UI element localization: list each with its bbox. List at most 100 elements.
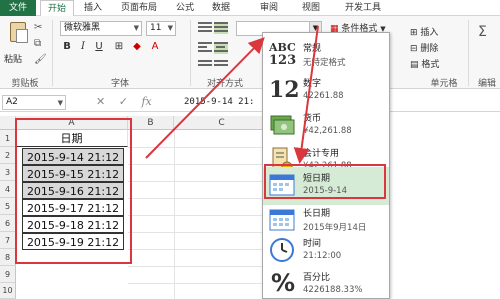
- abc-123-icon: ABC 123: [269, 41, 297, 68]
- row-header[interactable]: 4: [0, 181, 16, 198]
- paper-icon: [16, 29, 28, 43]
- percent-icon: %: [271, 269, 296, 297]
- group-divider: [190, 20, 191, 86]
- format-name: 会计专用: [303, 149, 340, 159]
- row-header[interactable]: 10: [0, 283, 16, 299]
- tab-formulas[interactable]: 公式: [170, 0, 200, 16]
- format-name: 百分比: [303, 273, 331, 283]
- name-box[interactable]: A2 ▼: [2, 95, 66, 110]
- insert-cells-button[interactable]: ⊞ 插入: [410, 25, 438, 38]
- tab-file[interactable]: 文件: [0, 0, 36, 16]
- worksheet-grid[interactable]: A B C 1 2 3 4 5 6 7 8 9 10 日期 2015-9-14 …: [0, 116, 271, 299]
- underline-button[interactable]: U: [92, 40, 106, 54]
- format-option-currency[interactable]: 货币 ¥42,261.88: [263, 107, 389, 145]
- format-example: ¥42,261.88: [303, 126, 352, 136]
- gridline: [128, 181, 270, 182]
- tab-view[interactable]: 视图: [296, 0, 326, 16]
- format-name: 时间: [303, 239, 322, 249]
- clock-icon: [267, 235, 297, 265]
- formula-actions: ✕ ✓ fx: [96, 95, 152, 108]
- paste-button[interactable]: [4, 20, 32, 50]
- format-cells-icon: ▤: [410, 60, 419, 70]
- chevron-down-icon: ▼: [133, 24, 139, 32]
- ribbon-tabs: 文件 开始 插入 页面布局 公式 数据 审阅 视图 开发工具: [0, 0, 500, 17]
- cut-icon[interactable]: ✂: [34, 22, 42, 34]
- align-top-icon[interactable]: [198, 22, 212, 34]
- row-header[interactable]: 8: [0, 249, 16, 266]
- insert-cells-label: 插入: [420, 28, 439, 38]
- fx-icon[interactable]: fx: [141, 95, 151, 108]
- row-header[interactable]: 5: [0, 198, 16, 215]
- format-example: 4226188.33%: [303, 285, 363, 295]
- row-header[interactable]: 6: [0, 215, 16, 232]
- edit-group-label: 编辑: [477, 79, 496, 89]
- row-header[interactable]: 1: [0, 130, 16, 147]
- align-middle-icon[interactable]: [214, 22, 228, 34]
- cells-group-label: 单元格: [430, 79, 458, 89]
- currency-icon: [267, 110, 297, 140]
- border-icon[interactable]: ⊞: [112, 40, 126, 54]
- annotation-box: [264, 164, 386, 199]
- gridline: [128, 249, 270, 250]
- tab-review[interactable]: 审阅: [254, 0, 284, 16]
- column-header-c[interactable]: C: [174, 116, 270, 130]
- delete-cells-button[interactable]: ⊟ 删除: [410, 41, 438, 54]
- tab-data[interactable]: 数据: [206, 0, 236, 16]
- name-box-value: A2: [6, 97, 18, 107]
- formula-input[interactable]: 2015-9-14 21:: [184, 95, 264, 110]
- italic-button[interactable]: I: [76, 40, 90, 54]
- font-color-icon[interactable]: A: [148, 40, 162, 54]
- format-name: 货币: [303, 114, 322, 124]
- format-option-percent[interactable]: % 百分比 4226188.33%: [263, 266, 389, 298]
- gridline: [128, 215, 270, 216]
- font-name-value: 微软雅黑: [64, 23, 101, 33]
- format-option-number[interactable]: 12 数字 42261.88: [263, 72, 389, 110]
- format-option-general[interactable]: ABC 123 常规 无特定格式: [263, 37, 389, 75]
- annotation-box: [15, 118, 132, 264]
- font-name-select[interactable]: 微软雅黑 ▼: [60, 21, 142, 36]
- tab-page-layout[interactable]: 页面布局: [112, 0, 166, 16]
- font-size-value: 11: [150, 23, 162, 33]
- cancel-icon[interactable]: ✕: [96, 95, 105, 108]
- format-painter-icon[interactable]: 🖌: [34, 54, 47, 66]
- number-12-icon: 12: [269, 77, 300, 103]
- align-left-icon[interactable]: [198, 42, 212, 54]
- font-size-select[interactable]: 11 ▼: [146, 21, 176, 36]
- row-header[interactable]: 2: [0, 147, 16, 164]
- gridline: [128, 232, 270, 233]
- align-center-icon[interactable]: [214, 42, 228, 54]
- sum-icon[interactable]: Σ: [478, 25, 487, 39]
- format-name: 长日期: [303, 209, 331, 219]
- tab-insert[interactable]: 插入: [78, 0, 108, 16]
- format-example: 无特定格式: [303, 58, 346, 68]
- format-example: 21:12:00: [303, 251, 342, 261]
- row-header[interactable]: 3: [0, 164, 16, 181]
- row-header[interactable]: 7: [0, 232, 16, 249]
- formula-bar: A2 ▼ ✕ ✓ fx 2015-9-14 21:: [0, 94, 500, 112]
- row-header[interactable]: 9: [0, 266, 16, 283]
- format-cells-button[interactable]: ▤ 格式: [410, 57, 439, 70]
- tab-home[interactable]: 开始: [40, 0, 74, 17]
- indent-icon[interactable]: [198, 60, 212, 72]
- format-cells-label: 格式: [421, 60, 440, 70]
- confirm-icon[interactable]: ✓: [119, 95, 128, 108]
- tab-developer[interactable]: 开发工具: [336, 0, 390, 16]
- fill-color-icon[interactable]: ◆: [130, 40, 144, 54]
- format-option-time[interactable]: 时间 21:12:00: [263, 232, 389, 270]
- insert-cells-icon: ⊞: [410, 28, 418, 38]
- outdent-icon[interactable]: [214, 60, 228, 72]
- select-all-corner[interactable]: [0, 116, 16, 130]
- copy-icon[interactable]: ⧉: [34, 38, 41, 50]
- group-divider: [468, 20, 469, 86]
- font-group-label: 字体: [110, 79, 129, 89]
- format-name: 数字: [303, 79, 322, 89]
- gridline: [128, 266, 270, 267]
- gridline: [128, 164, 270, 165]
- format-name: 常规: [303, 44, 322, 54]
- bold-button[interactable]: B: [60, 40, 74, 54]
- calendar-icon: [267, 205, 297, 235]
- gridline: [128, 198, 270, 199]
- delete-cells-label: 删除: [420, 44, 439, 54]
- group-divider: [52, 20, 53, 86]
- column-header-b[interactable]: B: [128, 116, 174, 130]
